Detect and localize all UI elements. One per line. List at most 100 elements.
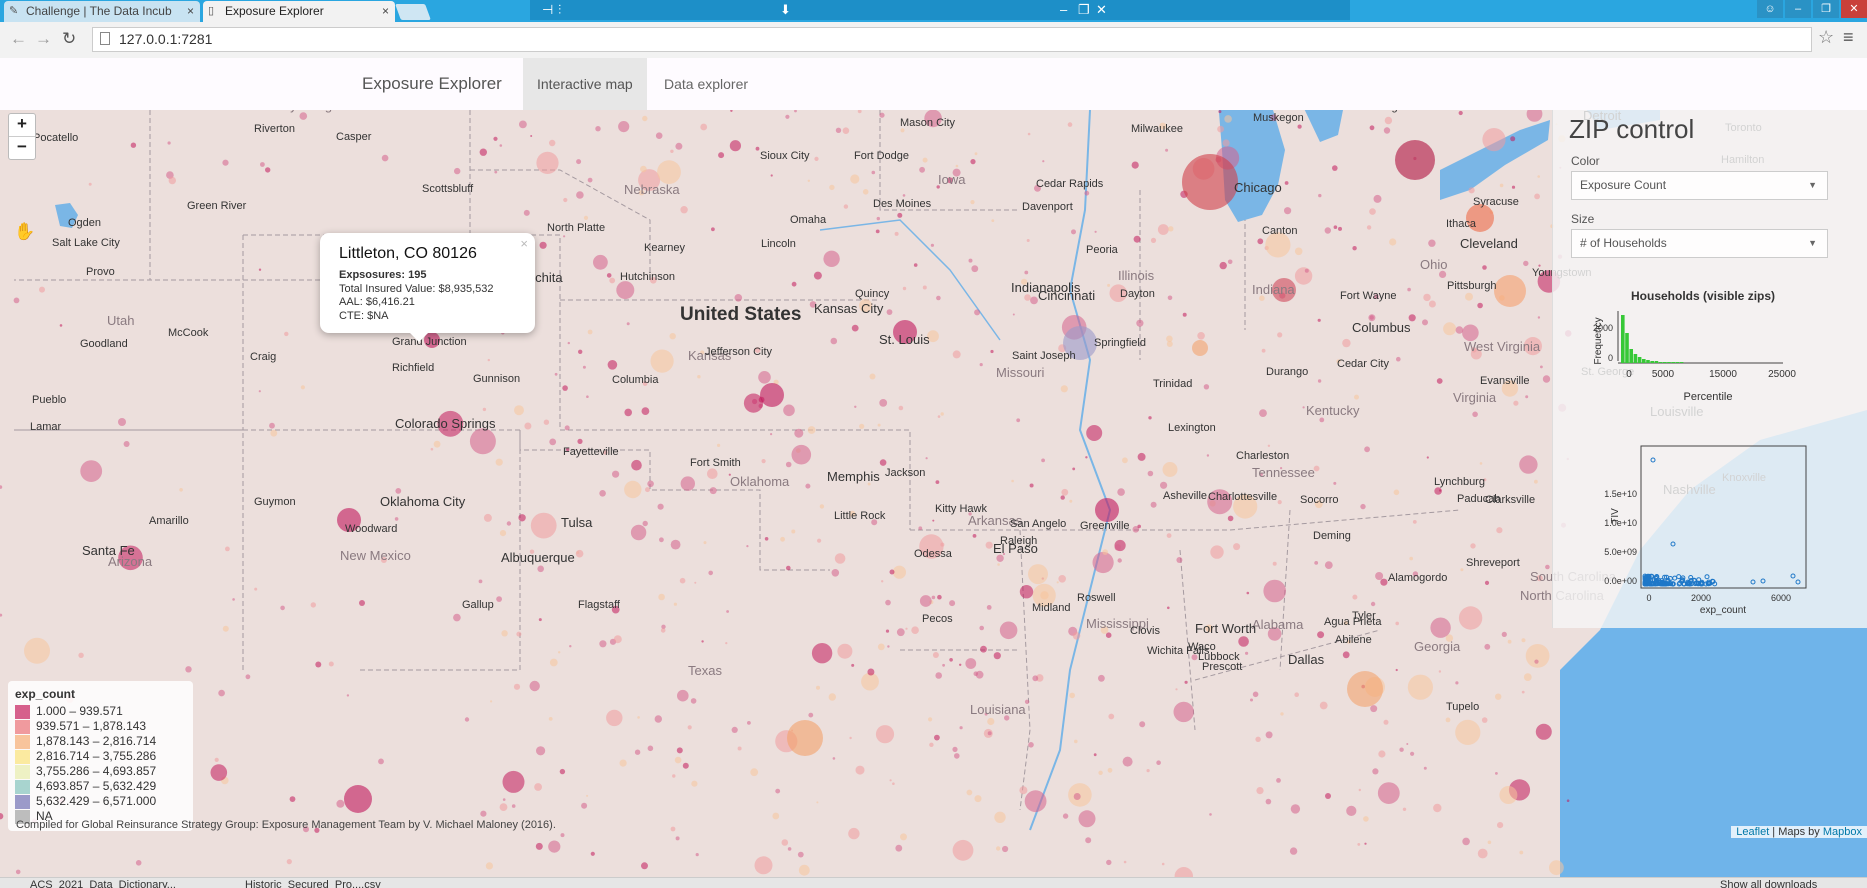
- zip-bubble[interactable]: [1433, 803, 1442, 813]
- zip-bubble[interactable]: [980, 645, 987, 653]
- zip-bubble[interactable]: [482, 407, 487, 412]
- popup-close-button[interactable]: ×: [520, 236, 528, 251]
- zip-bubble[interactable]: [518, 514, 526, 522]
- zip-bubble[interactable]: [986, 605, 992, 610]
- zip-bubble[interactable]: [516, 631, 522, 637]
- zip-bubble[interactable]: [1428, 300, 1436, 308]
- zip-bubble[interactable]: [1074, 739, 1078, 744]
- zip-bubble[interactable]: [925, 457, 928, 460]
- zip-bubble[interactable]: [1078, 810, 1096, 828]
- zip-bubble[interactable]: [1073, 793, 1081, 800]
- zip-bubble[interactable]: [1495, 772, 1498, 775]
- zip-bubble[interactable]: [670, 149, 674, 153]
- zip-bubble[interactable]: [430, 447, 434, 451]
- zip-bubble[interactable]: [1192, 340, 1208, 356]
- zip-bubble[interactable]: [1389, 238, 1397, 246]
- zip-bubble[interactable]: [218, 689, 225, 697]
- zip-bubble[interactable]: [630, 524, 647, 541]
- zip-bubble[interactable]: [966, 789, 973, 796]
- zip-bubble[interactable]: [1024, 294, 1031, 301]
- zip-bubble[interactable]: [1259, 409, 1267, 417]
- zip-bubble[interactable]: [672, 774, 676, 778]
- zip-bubble[interactable]: [1265, 731, 1273, 739]
- zip-bubble[interactable]: [936, 295, 941, 301]
- zip-bubble[interactable]: [764, 537, 769, 541]
- zip-bubble[interactable]: [1468, 187, 1475, 194]
- zip-bubble[interactable]: [558, 651, 561, 654]
- zip-bubble[interactable]: [835, 127, 842, 133]
- zip-bubble[interactable]: [537, 565, 544, 573]
- zip-bubble[interactable]: [606, 273, 612, 278]
- zip-bubble[interactable]: [258, 268, 262, 271]
- zip-bubble[interactable]: [647, 745, 654, 752]
- zip-bubble[interactable]: [675, 142, 683, 150]
- zip-bubble[interactable]: [875, 725, 895, 744]
- zip-bubble[interactable]: [381, 154, 389, 162]
- zip-bubble[interactable]: [1289, 847, 1298, 855]
- zip-bubble[interactable]: [718, 152, 725, 159]
- zip-bubble[interactable]: [952, 839, 974, 861]
- zip-bubble[interactable]: [918, 526, 923, 531]
- zip-bubble[interactable]: [587, 177, 593, 183]
- zip-bubble[interactable]: [700, 123, 708, 131]
- zip-bubble[interactable]: [346, 694, 350, 697]
- download-arrow-icon[interactable]: ⬇: [780, 2, 791, 18]
- zip-bubble[interactable]: [949, 658, 953, 662]
- zip-bubble[interactable]: [1511, 185, 1516, 189]
- zip-bubble[interactable]: [606, 709, 623, 727]
- zip-bubble[interactable]: [641, 862, 648, 870]
- zip-bubble[interactable]: [877, 643, 885, 651]
- zip-bubble[interactable]: [996, 846, 1001, 851]
- zip-bubble[interactable]: [694, 581, 697, 584]
- zip-bubble[interactable]: [581, 802, 588, 809]
- zip-bubble[interactable]: [911, 626, 919, 634]
- zip-bubble[interactable]: [538, 618, 542, 622]
- zip-bubble[interactable]: [1072, 632, 1081, 640]
- zip-bubble[interactable]: [1042, 160, 1045, 163]
- tab-interactive-map[interactable]: Interactive map: [523, 58, 647, 110]
- zip-bubble[interactable]: [1026, 239, 1030, 242]
- zip-bubble[interactable]: [942, 663, 945, 667]
- zip-bubble[interactable]: [650, 349, 674, 373]
- zip-bubble[interactable]: [578, 349, 583, 354]
- zip-bubble[interactable]: [919, 166, 925, 173]
- zip-bubble[interactable]: [731, 726, 738, 734]
- zip-bubble[interactable]: [659, 537, 664, 543]
- zip-bubble[interactable]: [232, 598, 235, 601]
- zip-bubble[interactable]: [814, 156, 819, 161]
- zip-bubble[interactable]: [1227, 515, 1234, 522]
- zip-bubble[interactable]: [974, 152, 978, 156]
- zip-bubble[interactable]: [654, 715, 662, 723]
- zip-bubble[interactable]: [1294, 247, 1303, 256]
- zip-bubble[interactable]: [887, 645, 890, 648]
- zip-bubble[interactable]: [1106, 859, 1112, 866]
- zip-bubble[interactable]: [315, 661, 322, 668]
- zip-bubble[interactable]: [1314, 561, 1319, 565]
- zip-bubble[interactable]: [1396, 356, 1401, 362]
- zip-bubble[interactable]: [569, 645, 572, 648]
- zip-bubble[interactable]: [791, 529, 796, 534]
- zip-bubble[interactable]: [1011, 479, 1014, 483]
- zip-bubble[interactable]: [185, 666, 192, 673]
- zip-bubble[interactable]: [535, 842, 543, 850]
- zip-bubble[interactable]: [1395, 621, 1399, 626]
- zip-bubble[interactable]: [1133, 235, 1141, 243]
- zip-bubble[interactable]: [922, 285, 927, 290]
- tab-challenge[interactable]: ✎ Challenge | The Data Incub ×: [4, 1, 200, 22]
- zip-bubble[interactable]: [1428, 239, 1436, 247]
- zip-bubble[interactable]: [1197, 332, 1205, 340]
- zip-bubble[interactable]: [1534, 479, 1538, 484]
- zip-bubble[interactable]: [1460, 568, 1464, 572]
- zip-bubble[interactable]: [599, 490, 606, 497]
- zip-bubble[interactable]: [1383, 127, 1391, 134]
- zip-bubble[interactable]: [1458, 606, 1483, 630]
- zip-bubble[interactable]: [1325, 793, 1331, 799]
- zip-bubble[interactable]: [808, 712, 814, 718]
- zip-bubble[interactable]: [1168, 226, 1174, 232]
- zip-bubble[interactable]: [1016, 418, 1021, 423]
- zip-bubble[interactable]: [855, 765, 865, 775]
- zip-bubble[interactable]: [1071, 229, 1076, 235]
- zip-bubble[interactable]: [514, 405, 524, 416]
- zip-bubble[interactable]: [1360, 503, 1366, 510]
- zip-bubble[interactable]: [832, 757, 836, 760]
